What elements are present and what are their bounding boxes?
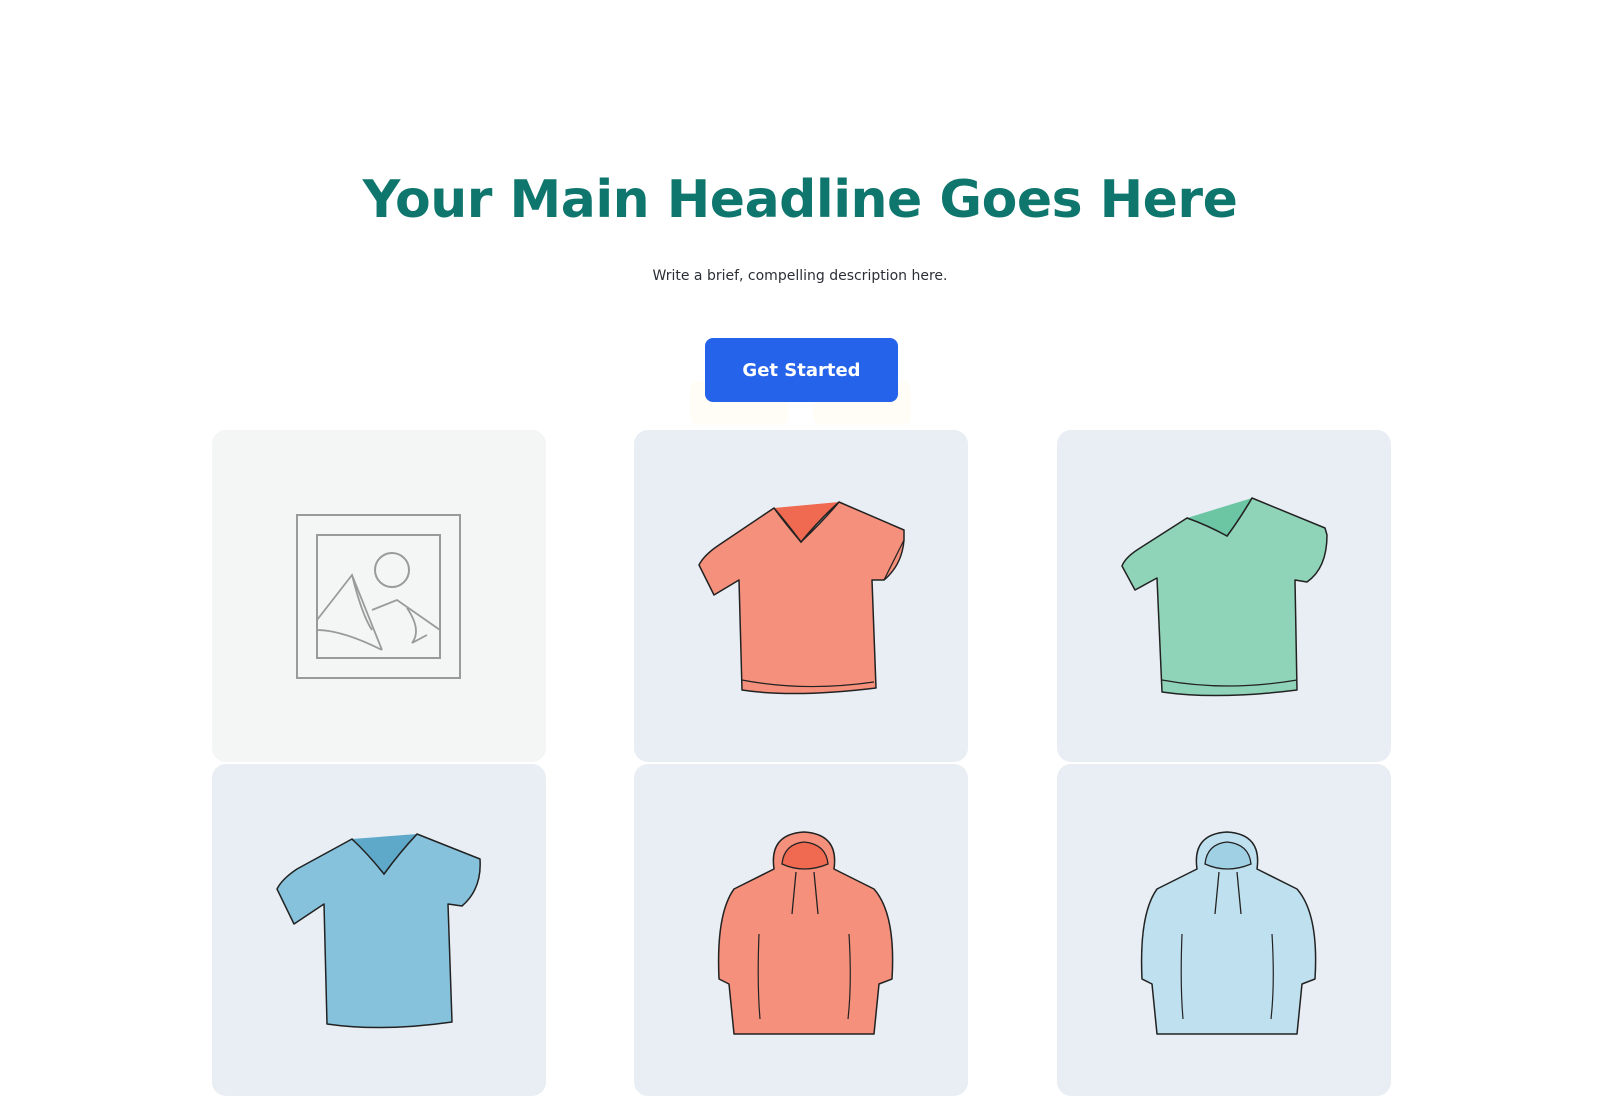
hoodie-icon bbox=[717, 831, 894, 1035]
product-card-mint-tshirt[interactable] bbox=[1057, 430, 1391, 762]
product-card-coral-hoodie[interactable] bbox=[634, 764, 968, 1096]
tshirt-icon bbox=[276, 833, 481, 1029]
image-placeholder-icon bbox=[296, 514, 461, 679]
tshirt-icon bbox=[1121, 497, 1328, 697]
get-started-button[interactable]: Get Started bbox=[705, 338, 898, 402]
page-subtitle: Write a brief, compelling description he… bbox=[652, 268, 948, 284]
page-headline: Your Main Headline Goes Here bbox=[362, 170, 1238, 230]
product-card-blue-tshirt[interactable] bbox=[212, 764, 546, 1096]
product-card-light-blue-hoodie[interactable] bbox=[1057, 764, 1391, 1096]
hoodie-icon bbox=[1140, 831, 1317, 1035]
product-card-placeholder[interactable] bbox=[212, 430, 546, 762]
tshirt-icon bbox=[698, 501, 905, 695]
product-card-coral-tshirt[interactable] bbox=[634, 430, 968, 762]
